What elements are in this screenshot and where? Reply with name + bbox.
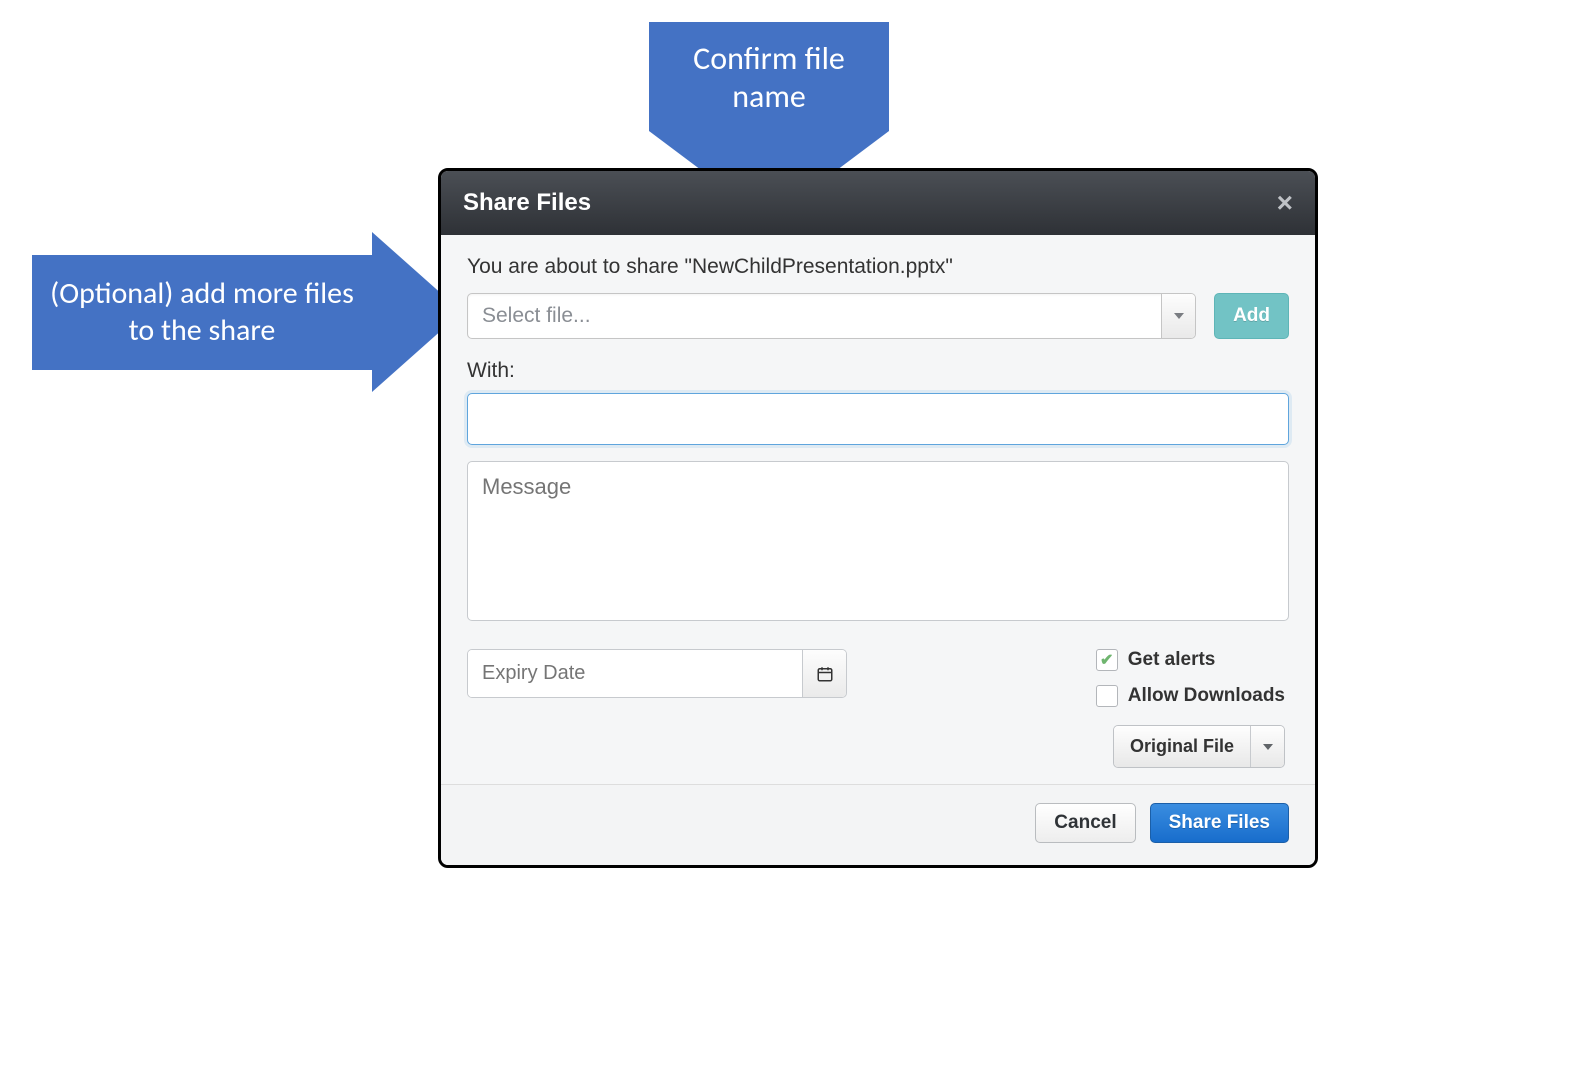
file-select-dropdown[interactable]: Select file... [467, 293, 1196, 339]
confirm-prefix: You are about to share " [467, 255, 692, 278]
get-alerts-checkbox[interactable]: ✔ Get alerts [1096, 649, 1216, 671]
download-type-label: Original File [1114, 726, 1250, 767]
cancel-button[interactable]: Cancel [1035, 803, 1135, 843]
get-alerts-label: Get alerts [1128, 649, 1216, 671]
with-input[interactable] [467, 393, 1289, 445]
calendar-svg-icon [816, 665, 834, 683]
file-select-placeholder: Select file... [468, 294, 1161, 338]
chevron-down-icon[interactable] [1250, 726, 1284, 767]
expiry-date-input[interactable] [468, 650, 802, 697]
add-button[interactable]: Add [1214, 293, 1289, 339]
confirm-file-name: NewChildPresentation.pptx [692, 255, 945, 278]
share-files-button[interactable]: Share Files [1150, 803, 1289, 843]
checkbox-icon [1096, 685, 1118, 707]
dialog-body: You are about to share "NewChildPresenta… [441, 235, 1315, 785]
expiry-date-field[interactable] [467, 649, 847, 698]
confirm-file-text: You are about to share "NewChildPresenta… [467, 255, 1289, 279]
annotation-left-text: (Optional) add more files to the share [32, 255, 372, 370]
allow-downloads-label: Allow Downloads [1128, 685, 1285, 707]
with-label: With: [467, 359, 1289, 383]
dialog-header: Share Files × [441, 171, 1315, 235]
allow-downloads-checkbox[interactable]: Allow Downloads [1096, 685, 1285, 707]
annotation-top-text: Confirm file name [649, 22, 889, 131]
dialog-footer: Cancel Share Files [441, 785, 1315, 865]
message-textarea[interactable] [467, 461, 1289, 621]
close-icon[interactable]: × [1277, 189, 1293, 217]
checkbox-icon: ✔ [1096, 649, 1118, 671]
options-row: ✔ Get alerts Allow Downloads Original Fi… [467, 649, 1289, 768]
annotation-left-arrow: (Optional) add more files to the share [32, 232, 462, 392]
download-type-dropdown[interactable]: Original File [1113, 725, 1285, 768]
chevron-down-icon[interactable] [1161, 294, 1195, 338]
file-select-row: Select file... Add [467, 293, 1289, 339]
share-files-dialog: Share Files × You are about to share "Ne… [438, 168, 1318, 868]
right-options: ✔ Get alerts Allow Downloads Original Fi… [1096, 649, 1285, 768]
dialog-title: Share Files [463, 189, 591, 217]
calendar-icon[interactable] [802, 650, 846, 697]
confirm-suffix: " [945, 255, 952, 278]
